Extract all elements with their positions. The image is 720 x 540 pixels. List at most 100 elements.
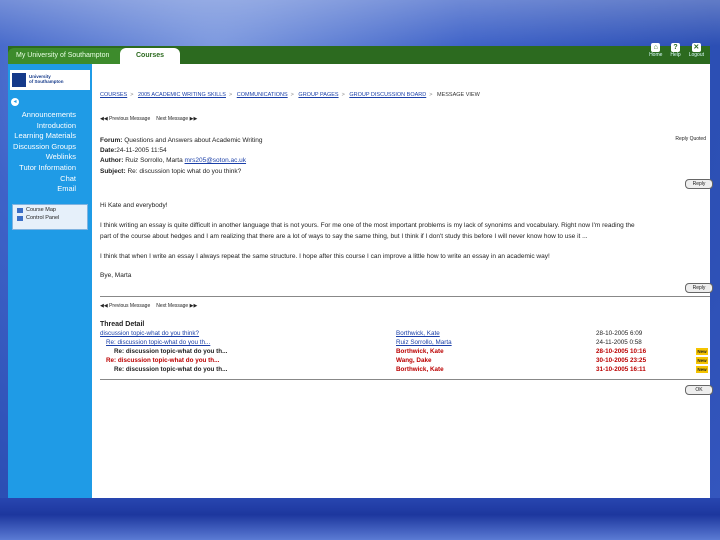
thread-author[interactable]: Borthwick, Kate — [396, 366, 444, 373]
body-paragraph-2: I think that when I write an essay I alw… — [100, 253, 550, 260]
divider-top — [100, 296, 710, 297]
next-icon-bottom: ▶▶ — [188, 303, 198, 309]
thread-date: 28-10-2005 10:16 — [596, 348, 647, 355]
forum-label: Forum: — [100, 137, 123, 144]
crumb-communications[interactable]: COMMUNICATIONS — [237, 92, 288, 98]
thread-subject[interactable]: discussion topic-what do you think? — [100, 330, 199, 337]
thread-row[interactable]: Re: discussion topic-what do you th... W… — [100, 357, 710, 365]
reply-button[interactable]: Reply — [685, 283, 713, 293]
reply-quoted-link[interactable]: Reply Quoted — [675, 136, 706, 142]
logout-link[interactable]: ✕ Logout — [689, 43, 704, 58]
crumb-message-view: MESSAGE VIEW — [437, 92, 480, 98]
thread-row[interactable]: Re: discussion topic-what do you th... B… — [100, 366, 710, 374]
forum-field: Forum: Questions and Answers about Acade… — [100, 137, 262, 144]
divider-bottom — [100, 379, 710, 380]
logo-mark — [12, 73, 26, 87]
thread-date: 28-10-2005 6:09 — [596, 330, 643, 337]
help-link[interactable]: ? Help — [670, 43, 681, 58]
menu-learning-materials[interactable]: Learning Materials — [13, 131, 76, 142]
thread-subject[interactable]: Re: discussion topic-what do you th... — [106, 357, 219, 364]
ok-button[interactable]: OK — [685, 385, 713, 395]
menu-tutor-information[interactable]: Tutor Information — [13, 163, 76, 174]
background-sheen — [0, 0, 720, 46]
course-menu: Announcements Introduction Learning Mate… — [13, 110, 76, 195]
course-map-label: Course Map — [26, 207, 56, 213]
help-link-label: Help — [670, 52, 681, 58]
crumb-discussion-board[interactable]: GROUP DISCUSSION BOARD — [349, 92, 426, 98]
university-logo: University of Southampton — [10, 70, 90, 90]
message-nav-top: ◀◀ Previous Message Next Message ▶▶ — [100, 116, 197, 122]
subject-label: Subject: — [100, 168, 126, 175]
next-message-link[interactable]: Next Message ▶▶ — [156, 116, 197, 122]
logo-line2: of Southampton — [29, 79, 64, 84]
tools-box: Course Map Control Panel — [12, 204, 88, 230]
content-frame: University of Southampton ◂ Announcements… — [8, 64, 713, 498]
thread-row[interactable]: Re: discussion topic-what do you th... R… — [100, 339, 710, 347]
body-signature: Bye, Marta — [100, 272, 132, 279]
thread-date: 24-11-2005 0:58 — [596, 339, 642, 346]
logout-link-label: Logout — [688, 52, 704, 58]
thread-author[interactable]: Borthwick, Kate — [396, 348, 444, 355]
thread-date: 31-10-2005 16:11 — [596, 366, 646, 373]
top-links: ⌂ Home ? Help ✕ Logout — [649, 43, 704, 58]
body-paragraph-1a: I think writing an essay is quite diffic… — [100, 222, 635, 229]
menu-email[interactable]: Email — [13, 184, 76, 195]
thread-subject[interactable]: Re: discussion topic-what do you th... — [114, 366, 227, 373]
course-map-link[interactable]: Course Map — [13, 205, 87, 213]
reply-button-top[interactable]: Reply — [685, 179, 713, 189]
new-badge: New — [696, 348, 708, 355]
top-navigation-bar: My University of Southampton Courses ⌂ Ho… — [8, 43, 710, 64]
next-message-link-bottom[interactable]: Next Message ▶▶ — [156, 303, 197, 309]
logout-icon: ✕ — [691, 43, 701, 52]
collapse-menu-icon[interactable]: ◂ — [11, 98, 19, 106]
thread-detail-title: Thread Detail — [100, 321, 145, 328]
main-content: COURSES > 2005 ACADEMIC WRITING SKILLS > C… — [100, 64, 713, 498]
breadcrumb: COURSES > 2005 ACADEMIC WRITING SKILLS > C… — [100, 92, 480, 98]
control-panel-link[interactable]: Control Panel — [13, 213, 87, 221]
thread-subject[interactable]: Re: discussion topic-what do you th... — [106, 339, 210, 346]
menu-weblinks[interactable]: Weblinks — [13, 152, 76, 163]
thread-row[interactable]: discussion topic-what do you think? Bort… — [100, 330, 710, 338]
panel-icon — [17, 215, 23, 221]
tab-my-university[interactable]: My University of Southampton — [8, 48, 128, 64]
thread-row[interactable]: Re: discussion topic-what do you th... B… — [100, 348, 710, 356]
background-footer — [0, 498, 720, 540]
crumb-courses[interactable]: COURSES — [100, 92, 127, 98]
menu-discussion-groups[interactable]: Discussion Groups — [13, 142, 76, 153]
tab-courses[interactable]: Courses — [120, 48, 180, 64]
author-label: Author: — [100, 157, 124, 164]
prev-message-link[interactable]: ◀◀ Previous Message — [100, 116, 150, 122]
thread-author[interactable]: Ruiz Sorrollo, Marta — [396, 339, 452, 346]
date-field: Date:24-11-2005 11:54 — [100, 147, 167, 154]
next-label-bottom: Next Message — [156, 303, 189, 309]
home-link[interactable]: ⌂ Home — [649, 43, 662, 58]
body-greeting: Hi Kate and everybody! — [100, 202, 168, 209]
crumb-group-pages[interactable]: GROUP PAGES — [298, 92, 338, 98]
home-link-label: Home — [649, 52, 663, 58]
prev-icon-bottom: ◀◀ — [100, 303, 110, 309]
next-label: Next Message — [156, 116, 189, 122]
menu-chat[interactable]: Chat — [13, 174, 76, 185]
thread-author[interactable]: Borthwick, Kate — [396, 330, 440, 337]
home-icon: ⌂ — [651, 43, 661, 52]
map-icon — [17, 207, 23, 213]
menu-announcements[interactable]: Announcements — [13, 110, 76, 121]
thread-subject[interactable]: Re: discussion topic-what do you th... — [114, 348, 227, 355]
menu-introduction[interactable]: Introduction — [13, 121, 76, 132]
message-nav-bottom: ◀◀ Previous Message Next Message ▶▶ — [100, 303, 197, 309]
forum-value: Questions and Answers about Academic Wri… — [124, 137, 263, 144]
crumb-course[interactable]: 2005 ACADEMIC WRITING SKILLS — [138, 92, 226, 98]
prev-label: Previous Message — [109, 116, 151, 122]
prev-message-link-bottom[interactable]: ◀◀ Previous Message — [100, 303, 150, 309]
author-email-link[interactable]: mrs205@soton.ac.uk — [185, 157, 247, 164]
help-icon: ? — [671, 43, 681, 52]
date-label: Date: — [100, 147, 117, 154]
thread-author[interactable]: Wang, Dake — [396, 357, 431, 364]
date-value: 24-11-2005 11:54 — [116, 147, 167, 154]
subject-field: Subject: Re: discussion topic what do yo… — [100, 168, 241, 175]
prev-label-bottom: Previous Message — [109, 303, 151, 309]
author-name: Ruiz Sorrollo, Marta — [125, 157, 183, 164]
thread-date: 30-10-2005 23:25 — [596, 357, 647, 364]
new-badge: New — [696, 357, 708, 364]
prev-icon: ◀◀ — [100, 116, 110, 122]
